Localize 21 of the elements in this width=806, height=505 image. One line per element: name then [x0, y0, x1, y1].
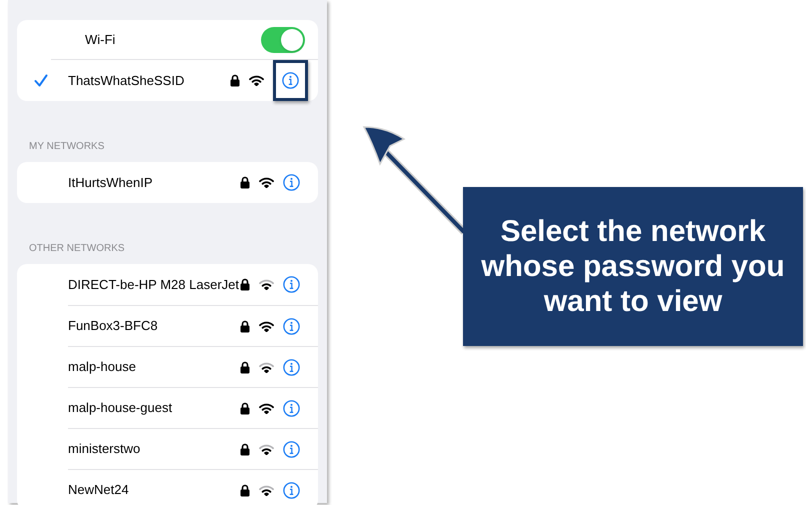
network-name[interactable]: malp-house [68, 357, 240, 377]
network-name[interactable]: ItHurtsWhenIP [68, 172, 240, 192]
wifi-label: Wi-Fi [85, 30, 116, 49]
network-name[interactable]: FunBox3-BFC8 [68, 316, 240, 336]
network-name[interactable]: ThatsWhatSheSSID [68, 70, 230, 90]
info-icon[interactable] [283, 400, 300, 416]
section-header: MY NETWORKS [28, 140, 106, 154]
info-icon[interactable] [283, 276, 300, 293]
info-icon[interactable] [283, 318, 300, 334]
wifi-toggle[interactable] [261, 26, 305, 52]
info-icon[interactable] [283, 358, 300, 376]
info-icon[interactable] [282, 72, 299, 89]
info-icon[interactable] [283, 174, 300, 191]
network-name[interactable]: DIRECT-be-HP M28 LaserJet [68, 274, 240, 294]
network-name[interactable]: NewNet24 [68, 480, 240, 500]
network-name[interactable]: ministerstwo [68, 439, 240, 459]
section-header: OTHER NETWORKS [28, 242, 126, 256]
network-name[interactable]: malp-house-guest [68, 398, 240, 418]
callout-text: Select the network whose password you want to view [480, 214, 786, 319]
info-icon[interactable] [283, 482, 300, 498]
info-icon[interactable] [283, 440, 300, 458]
